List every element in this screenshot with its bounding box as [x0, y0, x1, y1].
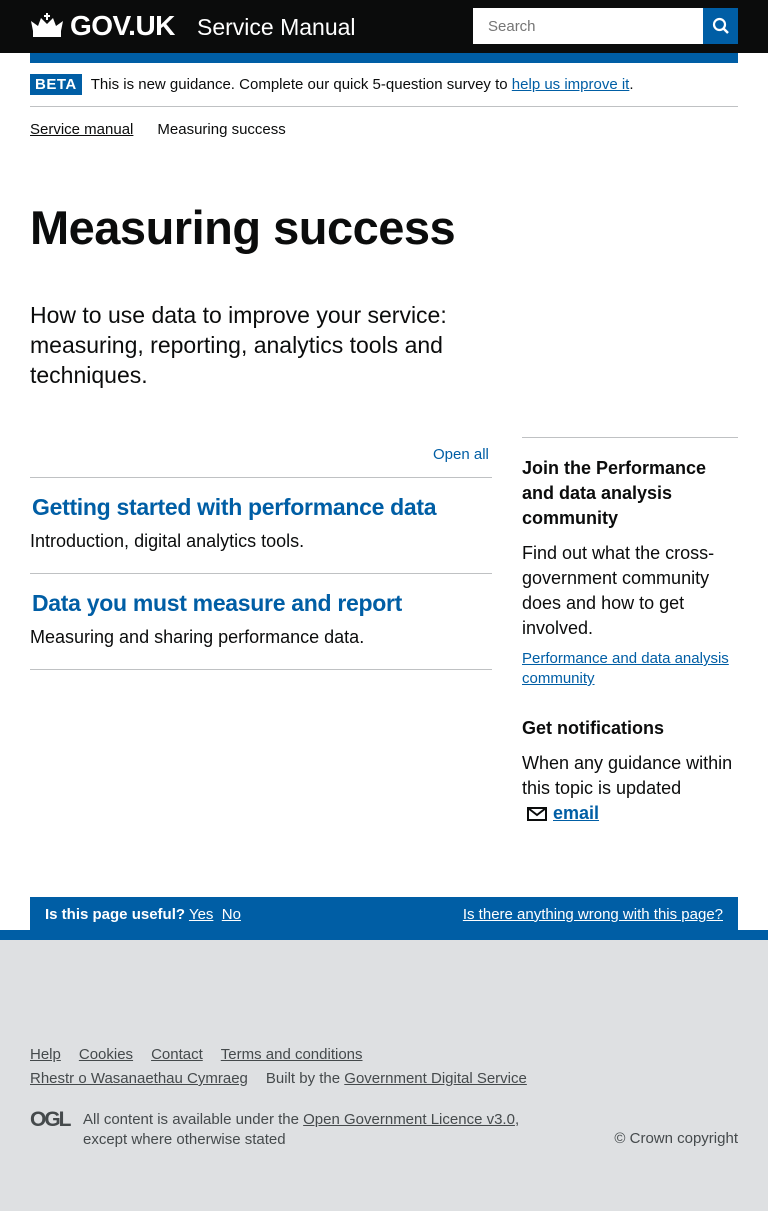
- feedback-bar: Is this page useful? Yes No Is there any…: [30, 897, 738, 931]
- useful-question: Is this page useful?: [45, 905, 186, 923]
- site-header: GOV.UK Service Manual: [0, 0, 768, 53]
- section-description: Introduction, digital analytics tools.: [30, 531, 305, 551]
- divider: [30, 106, 738, 107]
- beta-end: .: [629, 76, 634, 93]
- topic-section: Getting started with performance data In…: [30, 494, 492, 552]
- community-heading: Join the Performance and data analysis c…: [522, 458, 707, 528]
- community-link[interactable]: Performance and data analysis community: [522, 649, 738, 689]
- crown-icon: [31, 13, 63, 37]
- divider: [30, 669, 492, 670]
- ogl-logo: OGL: [30, 1108, 71, 1131]
- footer-links: Help Cookies Contact Terms and condition…: [30, 1046, 363, 1063]
- footer-welsh-link[interactable]: Rhestr o Wasanaethau Cymraeg: [30, 1070, 248, 1087]
- divider: [522, 437, 738, 438]
- notifications-text: When any guidance within this topic is u…: [522, 753, 733, 798]
- breadcrumb-service-manual[interactable]: Service manual: [30, 121, 133, 138]
- footer-cookies-link[interactable]: Cookies: [79, 1046, 133, 1063]
- header-accent-bar: [30, 53, 738, 63]
- site-footer: Help Cookies Contact Terms and condition…: [0, 930, 768, 1211]
- govuk-logo-link[interactable]: GOV.UK: [30, 10, 175, 42]
- open-all-link[interactable]: Open all: [433, 446, 489, 463]
- footer-contact-link[interactable]: Contact: [151, 1046, 203, 1063]
- beta-tag: BETA: [30, 74, 82, 95]
- govuk-logo-text: GOV.UK: [70, 10, 175, 41]
- yes-link[interactable]: Yes: [189, 906, 213, 923]
- community-text: Find out what the cross-government commu…: [522, 543, 715, 638]
- gds-link[interactable]: Government Digital Service: [344, 1070, 527, 1087]
- section-link[interactable]: Getting started with performance data: [30, 494, 492, 521]
- divider: [30, 477, 492, 478]
- search-input[interactable]: [473, 8, 703, 44]
- topic-section: Data you must measure and report Measuri…: [30, 590, 492, 648]
- email-signup-link[interactable]: email: [527, 801, 599, 826]
- email-link-text: email: [553, 803, 600, 823]
- beta-banner: BETA This is new guidance. Complete our …: [30, 74, 634, 95]
- ogl-link[interactable]: Open Government Licence v3.0: [303, 1111, 515, 1128]
- sidebar: Join the Performance and data analysis c…: [522, 456, 738, 828]
- licence-line2: except where otherwise stated: [83, 1131, 286, 1148]
- page-useful: Is this page useful? Yes No: [45, 906, 241, 923]
- footer-terms-link[interactable]: Terms and conditions: [221, 1046, 363, 1063]
- section-link[interactable]: Data you must measure and report: [30, 590, 492, 617]
- beta-message: This is new guidance. Complete our quick…: [90, 76, 512, 93]
- beta-text: This is new guidance. Complete our quick…: [91, 76, 634, 93]
- section-description: Measuring and sharing performance data.: [30, 627, 365, 647]
- search-icon: [712, 17, 729, 34]
- notifications-heading: Get notifications: [522, 718, 665, 738]
- footer-help-link[interactable]: Help: [30, 1046, 61, 1063]
- envelope-icon: [527, 806, 547, 821]
- report-problem-link[interactable]: Is there anything wrong with this page?: [463, 906, 723, 923]
- licence-text: All content is available under the Open …: [83, 1110, 519, 1150]
- search-button[interactable]: [703, 8, 738, 44]
- lead-paragraph: How to use data to improve your service:…: [30, 302, 447, 388]
- no-link[interactable]: No: [222, 906, 241, 923]
- breadcrumb-current: Measuring success: [157, 121, 286, 138]
- licence-pre: All content is available under the: [83, 1111, 304, 1128]
- page-title: Measuring success: [30, 201, 456, 254]
- service-name-link[interactable]: Service Manual: [197, 14, 356, 41]
- survey-link[interactable]: help us improve it: [512, 76, 630, 93]
- crown-copyright-link[interactable]: © Crown copyright: [614, 1130, 738, 1147]
- built-by: Built by the Government Digital Service: [266, 1070, 527, 1087]
- licence-post: ,: [514, 1111, 520, 1128]
- built-by-text: Built by the: [265, 1070, 345, 1087]
- footer-links-2: Rhestr o Wasanaethau Cymraeg Built by th…: [30, 1070, 527, 1087]
- breadcrumb: Service manual Measuring success: [30, 121, 286, 138]
- divider: [30, 573, 492, 574]
